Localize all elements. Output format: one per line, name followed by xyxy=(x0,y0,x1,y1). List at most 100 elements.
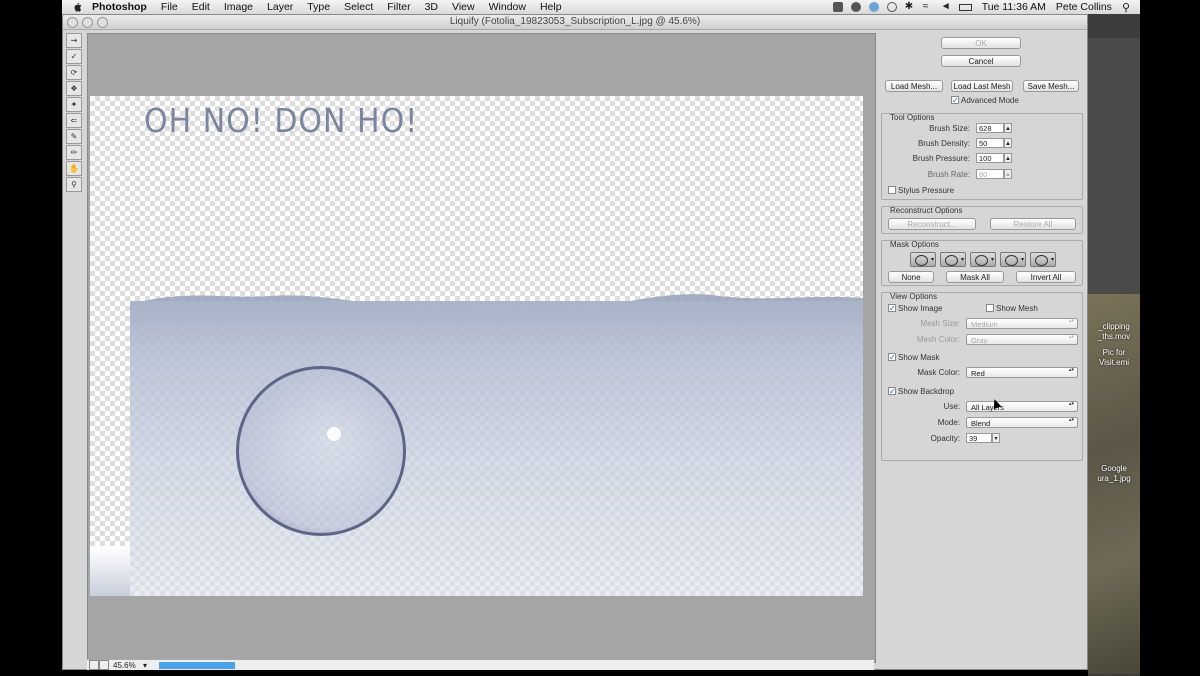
brush-pressure-field[interactable]: 100 xyxy=(976,153,1004,163)
reconstruct-options-title: Reconstruct Options xyxy=(890,206,963,215)
use-layers-select[interactable]: All Layers xyxy=(966,401,1078,412)
bluetooth-icon[interactable]: ✱ xyxy=(905,2,915,12)
water-splash-left xyxy=(90,546,130,596)
reconstruct-tool-icon[interactable]: ✓ xyxy=(66,49,82,64)
mask-color-select[interactable]: Red xyxy=(966,367,1078,378)
opacity-stepper[interactable]: ▾ xyxy=(992,433,1000,443)
bloat-tool-icon[interactable]: ✦ xyxy=(66,97,82,112)
show-mask-label: Show Mask xyxy=(898,353,940,362)
zoom-tool-icon[interactable]: ⚲ xyxy=(66,177,82,192)
brush-rate-stepper[interactable]: ▲ xyxy=(1004,169,1012,179)
opacity-field[interactable]: 39 xyxy=(966,433,992,443)
menu-3d[interactable]: 3D xyxy=(425,1,438,13)
load-mesh-button[interactable]: Load Mesh... xyxy=(885,80,943,92)
mask-options-title: Mask Options xyxy=(890,240,939,249)
apple-icon[interactable] xyxy=(70,1,84,13)
invert-all-button[interactable]: Invert All xyxy=(1016,271,1076,283)
zoom-dropdown-icon[interactable]: ▾ xyxy=(143,661,147,670)
forward-warp-tool-icon[interactable]: ⇝ xyxy=(66,33,82,48)
timemachine-icon[interactable] xyxy=(886,2,897,12)
dropbox-icon[interactable] xyxy=(832,2,843,12)
menu-type[interactable]: Type xyxy=(307,1,330,13)
desktop-file-label[interactable]: _ths.mov xyxy=(1090,332,1138,341)
brush-pressure-stepper[interactable]: ▲ xyxy=(1004,153,1012,163)
brush-size-label: Brush Size: xyxy=(929,124,970,133)
menu-view[interactable]: View xyxy=(452,1,475,13)
image-text: OH NO! DON HO! xyxy=(144,102,419,141)
desktop-file-label[interactable]: ura_1.jpg xyxy=(1090,474,1138,483)
pucker-tool-icon[interactable]: ❖ xyxy=(66,81,82,96)
thaw-mask-tool-icon[interactable]: ✏ xyxy=(66,145,82,160)
show-image-label: Show Image xyxy=(898,304,943,313)
desktop-file-label[interactable]: Google xyxy=(1090,464,1138,473)
menu-help[interactable]: Help xyxy=(540,1,562,13)
brush-size-stepper[interactable]: ▲ xyxy=(1004,123,1012,133)
push-left-tool-icon[interactable]: ⇐ xyxy=(66,113,82,128)
mesh-size-label: Mesh Size: xyxy=(920,319,960,328)
stylus-pressure-checkbox[interactable] xyxy=(888,186,896,194)
skype-icon[interactable] xyxy=(850,2,861,12)
desktop-file-label[interactable]: _clipping xyxy=(1090,322,1138,331)
mask-intersect-selection-icon[interactable] xyxy=(1000,252,1026,267)
zoom-out-button[interactable] xyxy=(89,660,99,670)
wifi-icon[interactable]: ≈ xyxy=(923,2,933,12)
mask-invert-selection-icon[interactable] xyxy=(1030,252,1056,267)
view-options-group: View Options ✓ Show Image Show Mesh Mesh… xyxy=(881,292,1083,461)
menu-app-photoshop[interactable]: Photoshop xyxy=(92,1,147,13)
menu-edit[interactable]: Edit xyxy=(192,1,210,13)
reconstruct-button[interactable]: Reconstruct... xyxy=(888,218,976,230)
transparent-image-area[interactable]: OH NO! DON HO! xyxy=(90,96,863,596)
desktop-file-label[interactable]: Visit.emi xyxy=(1090,358,1138,367)
show-mask-checkbox[interactable]: ✓ xyxy=(888,353,896,362)
zoom-window-button[interactable] xyxy=(97,17,108,28)
brush-density-field[interactable]: 50 xyxy=(976,138,1004,148)
advanced-mode-label: Advanced Mode xyxy=(961,96,1019,105)
show-mesh-checkbox[interactable] xyxy=(986,304,994,312)
ok-button[interactable]: OK xyxy=(941,37,1021,49)
show-image-checkbox[interactable]: ✓ xyxy=(888,304,896,313)
freeze-mask-tool-icon[interactable]: ✎ xyxy=(66,129,82,144)
mask-subtract-from-selection-icon[interactable] xyxy=(970,252,996,267)
show-backdrop-checkbox[interactable]: ✓ xyxy=(888,387,896,396)
spotlight-icon[interactable]: ⚲ xyxy=(1122,1,1130,14)
save-mesh-button[interactable]: Save Mesh... xyxy=(1023,80,1079,92)
close-window-button[interactable] xyxy=(67,17,78,28)
mask-replace-selection-icon[interactable] xyxy=(910,252,936,267)
desktop-file-label[interactable]: Pic for xyxy=(1090,348,1138,357)
zoom-in-button[interactable] xyxy=(99,660,109,670)
window-titlebar: Liquify (Fotolia_19823053_Subscription_L… xyxy=(63,15,1087,30)
volume-icon[interactable]: ◄ xyxy=(941,2,951,12)
mesh-size-select[interactable]: Medium xyxy=(966,318,1078,329)
load-last-mesh-button[interactable]: Load Last Mesh xyxy=(951,80,1013,92)
liquify-dialog: Liquify (Fotolia_19823053_Subscription_L… xyxy=(62,14,1088,670)
sync-icon[interactable] xyxy=(868,2,879,12)
brush-size-field[interactable]: 628 xyxy=(976,123,1004,133)
battery-icon[interactable] xyxy=(958,3,972,11)
mask-add-to-selection-icon[interactable] xyxy=(940,252,966,267)
menu-layer[interactable]: Layer xyxy=(267,1,293,13)
mask-none-button[interactable]: None xyxy=(888,271,934,283)
menu-window[interactable]: Window xyxy=(489,1,526,13)
menu-file[interactable]: File xyxy=(161,1,178,13)
minimize-window-button[interactable] xyxy=(82,17,93,28)
mask-all-button[interactable]: Mask All xyxy=(946,271,1004,283)
hand-tool-icon[interactable]: ✋ xyxy=(66,161,82,176)
preview-canvas[interactable]: OH NO! DON HO! xyxy=(87,33,876,663)
zoom-level[interactable]: 45.6% xyxy=(113,661,143,670)
menu-select[interactable]: Select xyxy=(344,1,373,13)
brush-density-stepper[interactable]: ▲ xyxy=(1004,138,1012,148)
cancel-button[interactable]: Cancel xyxy=(941,55,1021,67)
advanced-mode-checkbox[interactable]: ✓ xyxy=(951,96,959,105)
show-mesh-label: Show Mesh xyxy=(996,304,1038,313)
mesh-color-select[interactable]: Gray xyxy=(966,334,1078,345)
menu-filter[interactable]: Filter xyxy=(387,1,410,13)
twirl-clockwise-tool-icon[interactable]: ⟳ xyxy=(66,65,82,80)
restore-all-button[interactable]: Restore All xyxy=(990,218,1076,230)
menu-image[interactable]: Image xyxy=(224,1,253,13)
menu-user[interactable]: Pete Collins xyxy=(1056,1,1112,13)
menu-clock[interactable]: Tue 11:36 AM xyxy=(982,1,1046,13)
brush-density-label: Brush Density: xyxy=(917,139,970,148)
brush-rate-label: Brush Rate: xyxy=(927,170,970,179)
mode-select[interactable]: Blend xyxy=(966,417,1078,428)
brush-rate-field[interactable]: 80 xyxy=(976,169,1004,179)
